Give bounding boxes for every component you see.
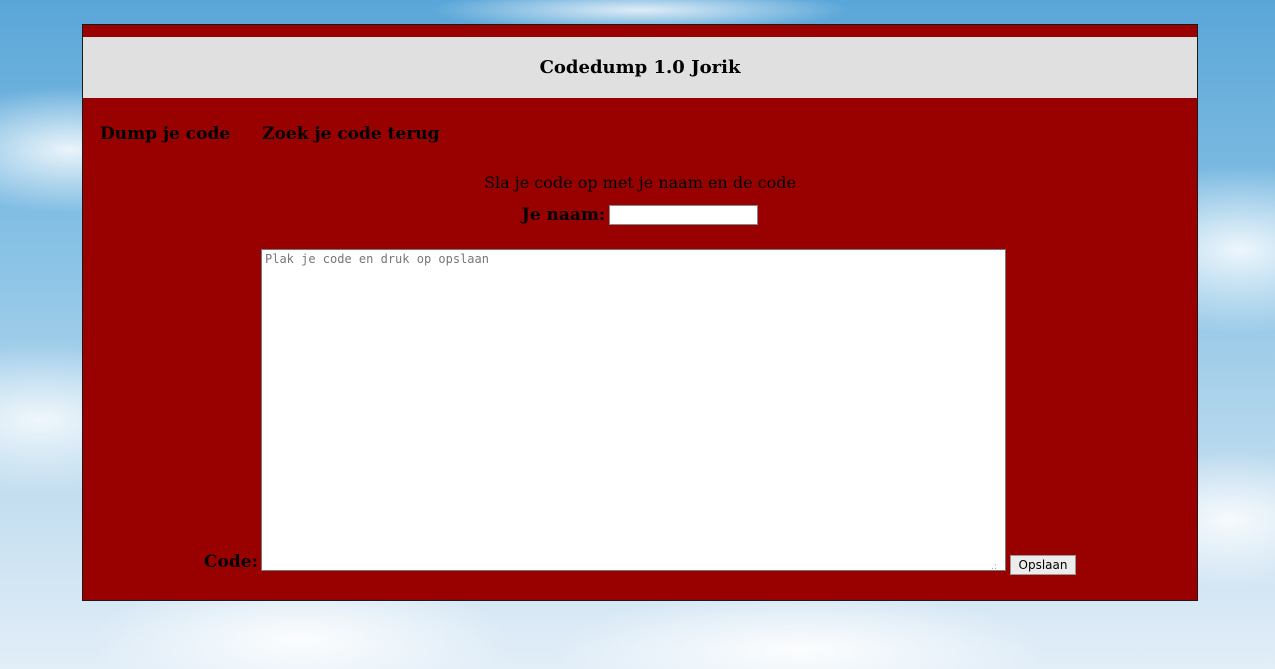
main-panel: Codedump 1.0 Jorik Dump je code Zoek je … [82, 24, 1198, 601]
page-title: Codedump 1.0 Jorik [539, 57, 741, 78]
code-textarea[interactable] [261, 249, 1006, 571]
resize-grip-icon[interactable]: .: [991, 563, 997, 572]
name-label: Je naam: [521, 205, 606, 225]
nav-link-find-code[interactable]: Zoek je code terug [262, 124, 439, 144]
code-label: Code: [204, 552, 258, 572]
name-input[interactable] [609, 205, 759, 225]
main-nav: Dump je code Zoek je code terug [100, 124, 440, 144]
page: { "header": { "title": "Codedump 1.0 Jor… [0, 0, 1275, 669]
nav-link-dump-code[interactable]: Dump je code [100, 124, 230, 144]
form-intro-text: Sla je code op met je naam en de code [484, 173, 796, 192]
header-bar: Codedump 1.0 Jorik [83, 37, 1197, 98]
save-button[interactable]: Opslaan [1010, 555, 1076, 575]
name-row: Je naam: [83, 205, 1197, 225]
